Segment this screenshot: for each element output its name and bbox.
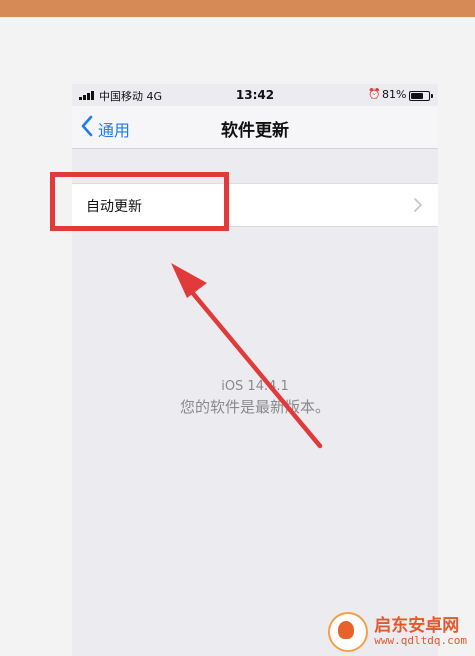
battery-icon [409,91,433,101]
watermark-url: www.qdltdq.com [374,634,467,648]
battery-percent: 81% [382,88,407,101]
watermark: 启东安卓网 www.qdltdq.com [328,612,467,652]
nav-bar: 通用 软件更新 [72,106,438,149]
watermark-logo-icon [328,612,369,652]
alarm-icon: ⏰ [368,89,381,100]
update-status-message: 您的软件是最新版本。 [179,398,330,416]
ios-version: iOS 14.4.1 [221,379,289,394]
phone-screen: 中国移动 4G 13:42 ⏰ 81% 通用 软件更新 自动更新 iOS 14.… [72,84,438,656]
chevron-right-icon [414,198,422,212]
top-banner [0,0,475,17]
page-title: 软件更新 [221,121,289,141]
watermark-name: 启东安卓网 [374,615,460,636]
battery-fill [411,93,423,99]
status-bar: 中国移动 4G 13:42 ⏰ 81% [72,84,438,106]
highlight-box [50,172,229,231]
